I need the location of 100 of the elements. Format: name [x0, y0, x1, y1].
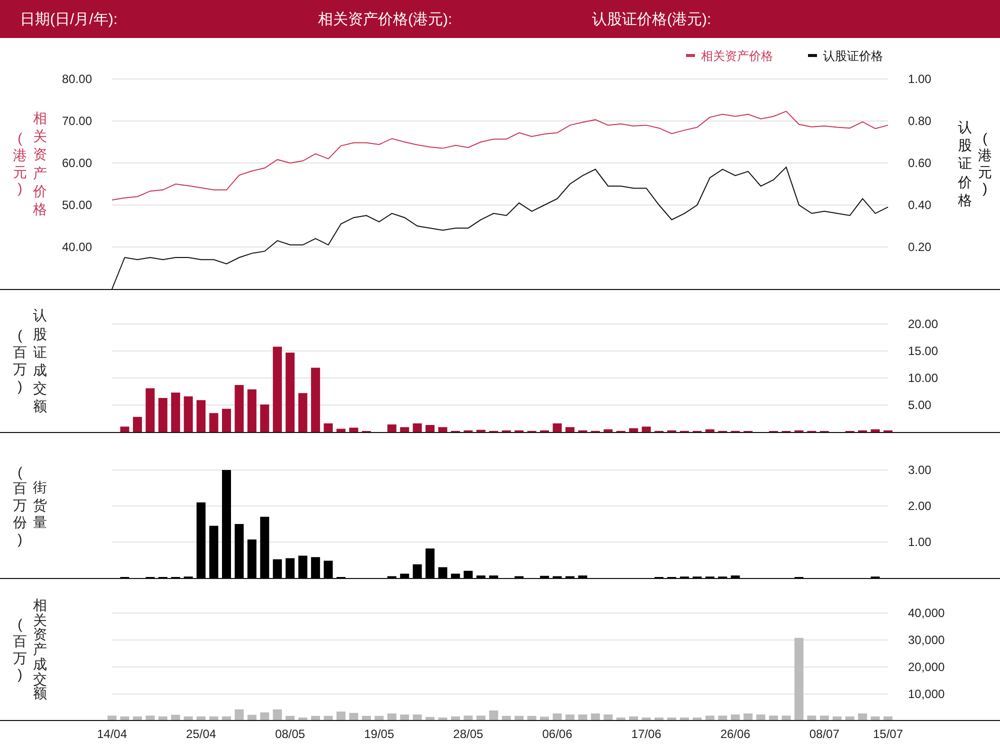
bar — [234, 709, 244, 720]
bar — [260, 712, 270, 720]
bar — [298, 718, 308, 720]
legend-label: 相关资产价格 — [701, 49, 773, 63]
bar — [426, 548, 435, 578]
bar — [464, 716, 473, 720]
bar — [184, 716, 193, 720]
axis-unit: (百万) — [13, 327, 27, 395]
bar — [870, 429, 880, 432]
bar — [426, 716, 435, 720]
bar — [565, 427, 574, 432]
bar — [247, 539, 256, 578]
bar — [426, 424, 435, 432]
axis-tick-label: 70.00 — [62, 114, 92, 128]
bar — [120, 426, 130, 432]
bar — [730, 575, 740, 578]
axis-tick-label: 08/05 — [275, 727, 306, 741]
axis-tick-label: 30,000 — [908, 633, 945, 647]
header-label: 认股证价格(港元): — [592, 10, 712, 28]
bar — [502, 716, 511, 720]
bar — [552, 423, 562, 432]
bar — [616, 718, 626, 720]
bar — [489, 575, 498, 578]
axis-tick-label: 2.00 — [908, 499, 932, 513]
axis-tick-label: 80.00 — [62, 72, 92, 86]
bar — [362, 716, 371, 720]
bar — [196, 716, 206, 720]
bar — [438, 567, 448, 578]
legend-swatch — [808, 54, 817, 57]
bar — [604, 714, 613, 720]
bar — [832, 716, 842, 720]
bar — [222, 716, 231, 720]
bar — [108, 716, 116, 720]
axis-tick-label: 40,000 — [908, 606, 945, 620]
bar — [540, 716, 550, 720]
bar — [324, 716, 333, 720]
axis-tick-label: 19/05 — [364, 727, 394, 741]
bar — [629, 428, 638, 432]
bar — [527, 716, 536, 720]
bar — [858, 713, 868, 720]
axis-tick-label: 14/04 — [96, 727, 128, 741]
axis-title: 认股证成交额 — [33, 306, 47, 416]
bar — [782, 716, 791, 720]
bar — [756, 714, 766, 720]
bar — [324, 560, 333, 578]
bar — [260, 516, 270, 578]
axis-tick-label: 17/06 — [631, 727, 662, 741]
axis-tick-label: 5.00 — [908, 398, 932, 412]
axis-unit: (港元) — [13, 130, 27, 198]
axis-unit: (百万) — [13, 616, 27, 684]
legend-swatch — [686, 54, 695, 57]
bar — [680, 718, 689, 720]
axis-tick-label: 20.00 — [908, 317, 938, 331]
bar — [184, 396, 193, 432]
axis-unit: (百万份) — [13, 464, 27, 548]
axis-tick-label: 06/06 — [542, 727, 572, 741]
axis-tick-label: 40.00 — [62, 240, 92, 254]
bar — [272, 709, 282, 720]
bar — [387, 424, 396, 432]
axis-unit: (港元) — [978, 130, 992, 198]
axis-tick-label: 15/07 — [872, 727, 904, 741]
bar — [324, 423, 333, 432]
axis-title: 街货量 — [33, 479, 47, 532]
bar — [132, 716, 142, 720]
axis-tick-label: 10.00 — [908, 371, 938, 385]
bar — [884, 716, 892, 720]
bar — [629, 716, 638, 720]
bar — [311, 368, 320, 432]
bar — [412, 564, 422, 578]
bar — [730, 714, 740, 720]
bar — [705, 716, 714, 720]
bar — [718, 716, 728, 720]
bar — [692, 718, 702, 720]
bar — [349, 712, 358, 720]
bar — [400, 714, 410, 720]
axis-tick-label: 26/06 — [720, 727, 750, 741]
bar — [311, 716, 320, 720]
axis-tick-label: 0.60 — [908, 156, 932, 170]
axis-title: 相关资产价格 — [33, 108, 47, 218]
bar — [769, 716, 778, 720]
bar — [374, 716, 384, 720]
bar — [247, 389, 256, 432]
bar — [438, 718, 448, 720]
header-label: 相关资产价格(港元): — [318, 10, 454, 28]
bar — [870, 716, 880, 720]
bar — [171, 714, 180, 720]
bar — [171, 392, 180, 432]
bar — [400, 427, 410, 432]
axis-tick-label: 08/07 — [809, 727, 840, 741]
bar — [450, 574, 460, 578]
bar — [336, 712, 346, 720]
bar — [705, 429, 714, 432]
bar — [412, 423, 422, 432]
bar — [222, 408, 231, 432]
bar — [146, 716, 155, 720]
axis-tick-label: 25/04 — [186, 727, 216, 741]
axis-title: 相关资产成交额 — [33, 598, 47, 701]
bar — [209, 526, 218, 578]
bar — [286, 716, 295, 720]
axis-tick-label: 0.20 — [908, 240, 932, 254]
